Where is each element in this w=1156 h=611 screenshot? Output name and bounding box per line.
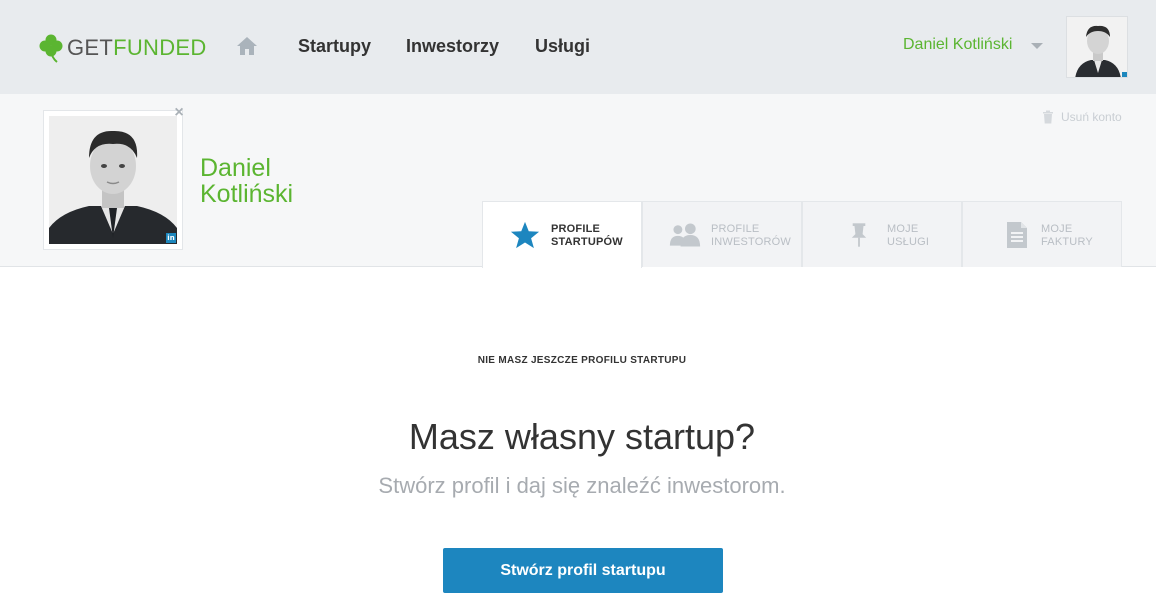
tab-profile-inwestorow[interactable]: PROFILE INWESTORÓW <box>642 201 802 267</box>
nav-startupy[interactable]: Startupy <box>298 36 371 57</box>
profile-last-name: Kotliński <box>200 180 294 208</box>
linkedin-icon[interactable]: in <box>166 233 176 243</box>
tab-label: MOJE USŁUGI <box>887 223 930 248</box>
empty-state-note: NIE MASZ JESZCZE PROFILU STARTUPU <box>477 355 687 366</box>
profile-first-name: Daniel <box>200 154 271 182</box>
trash-icon <box>1043 110 1053 124</box>
tab-profile-startupow[interactable]: PROFILE STARTUPÓW <box>482 201 642 268</box>
top-navbar: GETFUNDED Startupy Inwestorzy Usługi Dan… <box>0 0 1156 94</box>
logo-text: GETFUNDED <box>67 35 207 60</box>
tab-label: PROFILE INWESTORÓW <box>711 223 792 248</box>
create-startup-profile-button[interactable]: Stwórz profil startupu <box>443 548 723 593</box>
home-icon[interactable] <box>236 36 258 56</box>
document-icon <box>1001 219 1033 251</box>
profile-photo[interactable] <box>44 111 182 249</box>
pin-icon <box>843 219 875 251</box>
star-icon <box>509 219 541 251</box>
clover-icon <box>39 34 63 63</box>
profile-tabs: PROFILE STARTUPÓW PROFILE INWESTORÓW MOJE U… <box>482 201 1122 268</box>
user-menu-name[interactable]: Daniel Kotliński <box>903 36 1012 54</box>
profile-photo-image <box>49 116 177 244</box>
delete-account-link[interactable]: Usuń konto <box>1042 110 1122 124</box>
nav-inwestorzy[interactable]: Inwestorzy <box>406 36 499 57</box>
avatar-photo <box>1067 17 1127 77</box>
tab-label: PROFILE STARTUPÓW <box>551 223 623 248</box>
avatar[interactable] <box>1066 16 1128 78</box>
tab-moje-uslugi[interactable]: MOJE USŁUGI <box>802 201 962 267</box>
delete-account-label: Usuń konto <box>1061 110 1122 124</box>
profile-name: Daniel Kotliński <box>200 155 293 207</box>
page-subtitle: Stwórz profil i daj się znaleźć inwestor… <box>378 473 786 498</box>
tab-label: MOJE FAKTURY <box>1041 223 1093 248</box>
remove-photo-button[interactable]: × <box>172 105 186 121</box>
nav-uslugi[interactable]: Usługi <box>535 36 590 57</box>
page-title: Masz własny startup? <box>408 416 756 457</box>
users-icon <box>669 219 701 251</box>
logo[interactable]: GETFUNDED <box>38 33 207 63</box>
chevron-down-icon[interactable] <box>1031 43 1043 49</box>
tab-moje-faktury[interactable]: MOJE FAKTURY <box>962 201 1122 267</box>
